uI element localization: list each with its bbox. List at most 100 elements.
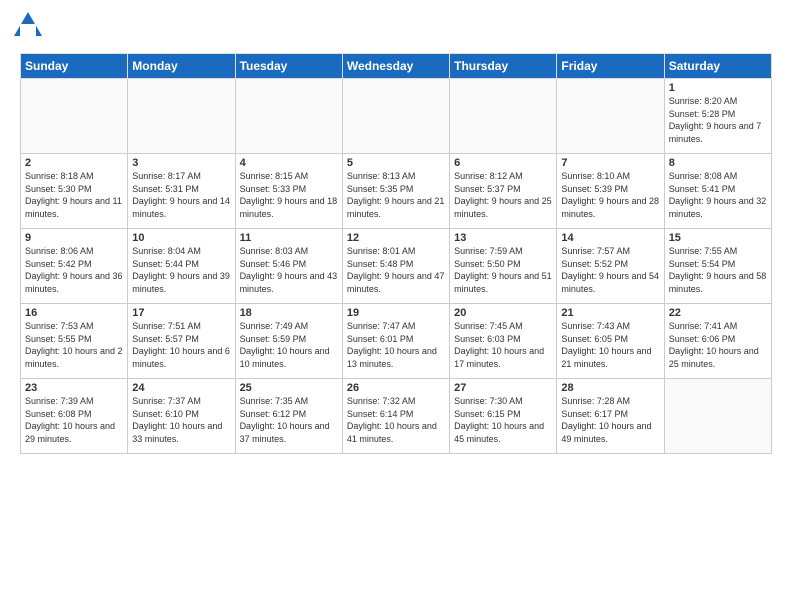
day-info: Sunrise: 7:55 AM Sunset: 5:54 PM Dayligh…	[669, 245, 767, 295]
calendar-header-row: SundayMondayTuesdayWednesdayThursdayFrid…	[21, 54, 772, 79]
calendar-header-saturday: Saturday	[664, 54, 771, 79]
calendar-table: SundayMondayTuesdayWednesdayThursdayFrid…	[20, 53, 772, 454]
calendar-cell: 21Sunrise: 7:43 AM Sunset: 6:05 PM Dayli…	[557, 304, 664, 379]
day-info: Sunrise: 8:01 AM Sunset: 5:48 PM Dayligh…	[347, 245, 445, 295]
calendar-cell: 23Sunrise: 7:39 AM Sunset: 6:08 PM Dayli…	[21, 379, 128, 454]
calendar-cell: 15Sunrise: 7:55 AM Sunset: 5:54 PM Dayli…	[664, 229, 771, 304]
day-number: 27	[454, 382, 552, 394]
day-info: Sunrise: 7:35 AM Sunset: 6:12 PM Dayligh…	[240, 395, 338, 445]
day-number: 26	[347, 382, 445, 394]
calendar-cell: 26Sunrise: 7:32 AM Sunset: 6:14 PM Dayli…	[342, 379, 449, 454]
day-info: Sunrise: 7:37 AM Sunset: 6:10 PM Dayligh…	[132, 395, 230, 445]
day-info: Sunrise: 7:43 AM Sunset: 6:05 PM Dayligh…	[561, 320, 659, 370]
day-number: 16	[25, 307, 123, 319]
calendar-cell: 17Sunrise: 7:51 AM Sunset: 5:57 PM Dayli…	[128, 304, 235, 379]
calendar-cell: 24Sunrise: 7:37 AM Sunset: 6:10 PM Dayli…	[128, 379, 235, 454]
day-info: Sunrise: 7:30 AM Sunset: 6:15 PM Dayligh…	[454, 395, 552, 445]
calendar-header-wednesday: Wednesday	[342, 54, 449, 79]
calendar-cell	[21, 79, 128, 154]
day-info: Sunrise: 8:08 AM Sunset: 5:41 PM Dayligh…	[669, 170, 767, 220]
day-number: 1	[669, 82, 767, 94]
calendar-week-0: 1Sunrise: 8:20 AM Sunset: 5:28 PM Daylig…	[21, 79, 772, 154]
day-number: 28	[561, 382, 659, 394]
day-number: 11	[240, 232, 338, 244]
logo	[10, 8, 50, 49]
day-number: 20	[454, 307, 552, 319]
calendar-cell: 22Sunrise: 7:41 AM Sunset: 6:06 PM Dayli…	[664, 304, 771, 379]
calendar-cell	[342, 79, 449, 154]
day-info: Sunrise: 7:39 AM Sunset: 6:08 PM Dayligh…	[25, 395, 123, 445]
calendar-cell: 25Sunrise: 7:35 AM Sunset: 6:12 PM Dayli…	[235, 379, 342, 454]
day-number: 4	[240, 157, 338, 169]
calendar-cell: 9Sunrise: 8:06 AM Sunset: 5:42 PM Daylig…	[21, 229, 128, 304]
day-info: Sunrise: 7:45 AM Sunset: 6:03 PM Dayligh…	[454, 320, 552, 370]
calendar-cell: 6Sunrise: 8:12 AM Sunset: 5:37 PM Daylig…	[450, 154, 557, 229]
header	[0, 0, 792, 53]
calendar-cell	[557, 79, 664, 154]
calendar-cell	[128, 79, 235, 154]
calendar-cell: 14Sunrise: 7:57 AM Sunset: 5:52 PM Dayli…	[557, 229, 664, 304]
day-number: 24	[132, 382, 230, 394]
day-number: 8	[669, 157, 767, 169]
day-number: 12	[347, 232, 445, 244]
day-info: Sunrise: 7:41 AM Sunset: 6:06 PM Dayligh…	[669, 320, 767, 370]
calendar-header-friday: Friday	[557, 54, 664, 79]
calendar-body: 1Sunrise: 8:20 AM Sunset: 5:28 PM Daylig…	[21, 79, 772, 454]
calendar-header-sunday: Sunday	[21, 54, 128, 79]
day-info: Sunrise: 7:28 AM Sunset: 6:17 PM Dayligh…	[561, 395, 659, 445]
day-number: 7	[561, 157, 659, 169]
day-number: 2	[25, 157, 123, 169]
day-number: 10	[132, 232, 230, 244]
day-number: 13	[454, 232, 552, 244]
calendar-container: SundayMondayTuesdayWednesdayThursdayFrid…	[0, 53, 792, 454]
day-info: Sunrise: 8:20 AM Sunset: 5:28 PM Dayligh…	[669, 95, 767, 145]
day-info: Sunrise: 8:13 AM Sunset: 5:35 PM Dayligh…	[347, 170, 445, 220]
calendar-header-monday: Monday	[128, 54, 235, 79]
calendar-cell: 2Sunrise: 8:18 AM Sunset: 5:30 PM Daylig…	[21, 154, 128, 229]
day-info: Sunrise: 8:17 AM Sunset: 5:31 PM Dayligh…	[132, 170, 230, 220]
day-info: Sunrise: 7:59 AM Sunset: 5:50 PM Dayligh…	[454, 245, 552, 295]
calendar-cell	[450, 79, 557, 154]
day-info: Sunrise: 8:18 AM Sunset: 5:30 PM Dayligh…	[25, 170, 123, 220]
day-info: Sunrise: 8:10 AM Sunset: 5:39 PM Dayligh…	[561, 170, 659, 220]
calendar-cell: 8Sunrise: 8:08 AM Sunset: 5:41 PM Daylig…	[664, 154, 771, 229]
calendar-cell: 16Sunrise: 7:53 AM Sunset: 5:55 PM Dayli…	[21, 304, 128, 379]
calendar-cell: 18Sunrise: 7:49 AM Sunset: 5:59 PM Dayli…	[235, 304, 342, 379]
logo-icon	[10, 8, 46, 44]
day-number: 15	[669, 232, 767, 244]
day-info: Sunrise: 8:15 AM Sunset: 5:33 PM Dayligh…	[240, 170, 338, 220]
day-number: 25	[240, 382, 338, 394]
day-info: Sunrise: 7:47 AM Sunset: 6:01 PM Dayligh…	[347, 320, 445, 370]
day-info: Sunrise: 7:32 AM Sunset: 6:14 PM Dayligh…	[347, 395, 445, 445]
calendar-week-1: 2Sunrise: 8:18 AM Sunset: 5:30 PM Daylig…	[21, 154, 772, 229]
day-number: 6	[454, 157, 552, 169]
day-number: 9	[25, 232, 123, 244]
calendar-cell: 1Sunrise: 8:20 AM Sunset: 5:28 PM Daylig…	[664, 79, 771, 154]
calendar-cell	[664, 379, 771, 454]
calendar-cell: 27Sunrise: 7:30 AM Sunset: 6:15 PM Dayli…	[450, 379, 557, 454]
day-info: Sunrise: 7:53 AM Sunset: 5:55 PM Dayligh…	[25, 320, 123, 370]
calendar-header-thursday: Thursday	[450, 54, 557, 79]
calendar-cell: 28Sunrise: 7:28 AM Sunset: 6:17 PM Dayli…	[557, 379, 664, 454]
calendar-cell	[235, 79, 342, 154]
calendar-cell: 4Sunrise: 8:15 AM Sunset: 5:33 PM Daylig…	[235, 154, 342, 229]
calendar-cell: 11Sunrise: 8:03 AM Sunset: 5:46 PM Dayli…	[235, 229, 342, 304]
day-number: 3	[132, 157, 230, 169]
calendar-header-tuesday: Tuesday	[235, 54, 342, 79]
calendar-cell: 12Sunrise: 8:01 AM Sunset: 5:48 PM Dayli…	[342, 229, 449, 304]
calendar-week-4: 23Sunrise: 7:39 AM Sunset: 6:08 PM Dayli…	[21, 379, 772, 454]
calendar-cell: 7Sunrise: 8:10 AM Sunset: 5:39 PM Daylig…	[557, 154, 664, 229]
day-number: 14	[561, 232, 659, 244]
calendar-cell: 13Sunrise: 7:59 AM Sunset: 5:50 PM Dayli…	[450, 229, 557, 304]
day-info: Sunrise: 8:03 AM Sunset: 5:46 PM Dayligh…	[240, 245, 338, 295]
day-number: 19	[347, 307, 445, 319]
calendar-cell: 19Sunrise: 7:47 AM Sunset: 6:01 PM Dayli…	[342, 304, 449, 379]
calendar-cell: 10Sunrise: 8:04 AM Sunset: 5:44 PM Dayli…	[128, 229, 235, 304]
day-info: Sunrise: 8:04 AM Sunset: 5:44 PM Dayligh…	[132, 245, 230, 295]
day-info: Sunrise: 7:49 AM Sunset: 5:59 PM Dayligh…	[240, 320, 338, 370]
day-number: 23	[25, 382, 123, 394]
day-info: Sunrise: 8:12 AM Sunset: 5:37 PM Dayligh…	[454, 170, 552, 220]
calendar-cell: 20Sunrise: 7:45 AM Sunset: 6:03 PM Dayli…	[450, 304, 557, 379]
day-info: Sunrise: 7:57 AM Sunset: 5:52 PM Dayligh…	[561, 245, 659, 295]
calendar-cell: 3Sunrise: 8:17 AM Sunset: 5:31 PM Daylig…	[128, 154, 235, 229]
